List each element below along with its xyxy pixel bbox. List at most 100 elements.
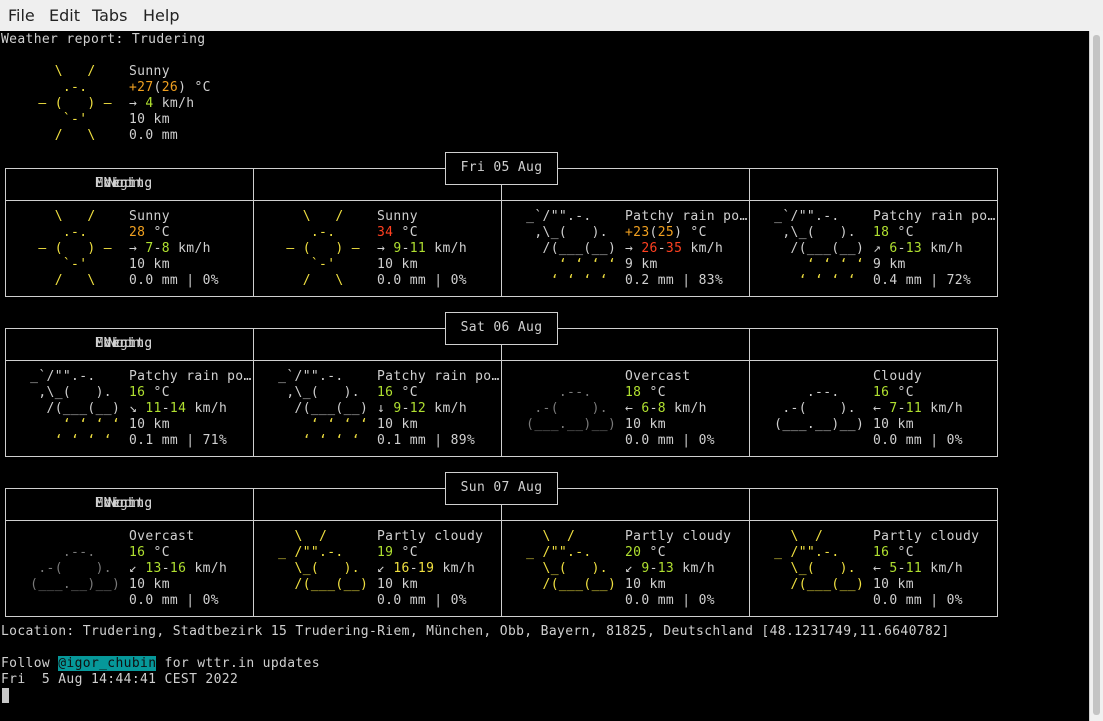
- current-temp: +27: [129, 80, 154, 95]
- period-visibility: 10 km: [377, 257, 418, 272]
- period-visibility: 10 km: [129, 417, 170, 432]
- column-divider: [253, 168, 254, 297]
- period-label: Night: [103, 336, 145, 351]
- period-condition: Overcast: [129, 529, 195, 544]
- menu-help[interactable]: Help: [143, 6, 179, 25]
- period-details: Patchy rain po… 16 °C ↘ 11-14 km/h 10 km…: [129, 369, 252, 448]
- period-condition: Patchy rain po…: [625, 209, 748, 224]
- report-title: Weather report: Trudering: [1, 32, 206, 47]
- day-date: Sat 06 Aug: [460, 320, 543, 335]
- period-precip: 0.1 mm | 89%: [377, 433, 476, 448]
- period-details: Sunny 28 °C → 7-8 km/h 10 km 0.0 mm | 0%: [129, 209, 219, 288]
- period-precip: 0.0 mm | 0%: [129, 593, 219, 608]
- menu-edit[interactable]: Edit: [49, 6, 80, 25]
- period-visibility: 10 km: [377, 417, 418, 432]
- column-divider: [749, 488, 750, 617]
- terminal-output[interactable]: Weather report: Trudering \ / .-. ― ( ) …: [0, 31, 1089, 721]
- menu-bar: File Edit Tabs Help: [0, 0, 1103, 32]
- menu-tabs[interactable]: Tabs: [92, 6, 127, 25]
- current-condition: Sunny: [129, 64, 170, 79]
- follow-line: Follow @igor_chubin for wttr.in updates: [1, 656, 320, 671]
- location-line: Location: Trudering, Stadtbezirk 15 Trud…: [1, 624, 950, 639]
- weather-icon-art: _`/"".-. ,\_( ). /(___(__) ‘ ‘ ‘ ‘ ‘ ‘ ‘…: [766, 209, 873, 288]
- period-label: Night: [103, 496, 145, 511]
- period-visibility: 10 km: [625, 577, 666, 592]
- current-weather-art: \ / .-. ― ( ) ― `-' / \: [22, 64, 129, 143]
- weather-icon-art: \ / .-. ― ( ) ― `-' / \: [270, 209, 377, 288]
- weather-icon-art: _`/"".-. ,\_( ). /(___(__) ‘ ‘ ‘ ‘ ‘ ‘ ‘…: [270, 369, 377, 448]
- period-visibility: 9 km: [625, 257, 658, 272]
- weather-icon-art: _`/"".-. ,\_( ). /(___(__) ‘ ‘ ‘ ‘ ‘ ‘ ‘…: [518, 209, 625, 288]
- period-precip: 0.0 mm | 0%: [625, 433, 715, 448]
- period-details: Sunny 34 °C → 9-11 km/h 10 km 0.0 mm | 0…: [377, 209, 467, 288]
- period-precip: 0.4 mm | 72%: [873, 273, 972, 288]
- terminal-cursor: [2, 688, 9, 703]
- period-condition: Sunny: [377, 209, 418, 224]
- day-date-box: Sat 06 Aug: [445, 312, 558, 345]
- period-details: Overcast 18 °C ← 6-8 km/h 10 km 0.0 mm |…: [625, 369, 715, 448]
- period-precip: 0.0 mm | 0%: [625, 593, 715, 608]
- period-condition: Sunny: [129, 209, 170, 224]
- period-condition: Partly cloudy: [873, 529, 980, 544]
- column-divider: [253, 328, 254, 457]
- column-divider: [253, 488, 254, 617]
- period-precip: 0.0 mm | 0%: [377, 273, 467, 288]
- weather-icon-art: .--. .-( ). (___.__)__): [518, 385, 625, 432]
- column-divider: [501, 328, 502, 457]
- current-wind: 4: [145, 96, 154, 111]
- day-date-box: Sun 07 Aug: [445, 472, 558, 505]
- period-precip: 0.0 mm | 0%: [873, 433, 963, 448]
- column-divider: [749, 168, 750, 297]
- column-divider: [749, 328, 750, 457]
- period-precip: 0.0 mm | 0%: [873, 593, 963, 608]
- weather-icon-art: \ / _ /"".-. \_( ). /(___(__): [766, 529, 873, 592]
- period-details: Patchy rain po… 16 °C ↓ 9-12 km/h 10 km …: [377, 369, 500, 448]
- period-visibility: 10 km: [377, 577, 418, 592]
- period-details: Partly cloudy 20 °C ↙ 9-13 km/h 10 km 0.…: [625, 529, 732, 608]
- period-visibility: 10 km: [625, 417, 666, 432]
- period-label: Night: [103, 176, 145, 191]
- column-divider: [501, 168, 502, 297]
- current-precip: 0.0 mm: [129, 128, 179, 143]
- current-visibility: 10 km: [129, 112, 170, 127]
- scrollbar[interactable]: [1089, 31, 1103, 721]
- period-precip: 0.2 mm | 83%: [625, 273, 724, 288]
- weather-icon-art: \ / _ /"".-. \_( ). /(___(__): [518, 529, 625, 592]
- day-date-box: Fri 05 Aug: [445, 152, 558, 185]
- day-date: Sun 07 Aug: [460, 480, 543, 495]
- period-condition: Cloudy: [873, 369, 923, 384]
- timestamp: Fri 5 Aug 14:44:41 CEST 2022: [1, 672, 239, 687]
- period-details: Overcast 16 °C ↙ 13-16 km/h 10 km 0.0 mm…: [129, 529, 228, 608]
- period-details: Partly cloudy 19 °C ↙ 16-19 km/h 10 km 0…: [377, 529, 484, 608]
- period-precip: 0.0 mm | 0%: [129, 273, 219, 288]
- scrollbar-thumb[interactable]: [1093, 35, 1100, 715]
- period-visibility: 10 km: [873, 417, 914, 432]
- weather-icon-art: .--. .-( ). (___.__)__): [766, 385, 873, 432]
- weather-icon-art: _`/"".-. ,\_( ). /(___(__) ‘ ‘ ‘ ‘ ‘ ‘ ‘…: [22, 369, 129, 448]
- period-condition: Partly cloudy: [625, 529, 732, 544]
- period-precip: 0.0 mm | 0%: [377, 593, 467, 608]
- period-visibility: 10 km: [873, 577, 914, 592]
- weather-icon-art: .--. .-( ). (___.__)__): [22, 545, 129, 592]
- twitter-handle-link[interactable]: @igor_chubin: [58, 656, 157, 671]
- period-details: Patchy rain po… 18 °C ↗ 6-13 km/h 9 km 0…: [873, 209, 996, 288]
- period-visibility: 10 km: [129, 577, 170, 592]
- period-details: Partly cloudy 16 °C ← 5-11 km/h 10 km 0.…: [873, 529, 980, 608]
- period-condition: Patchy rain po…: [129, 369, 252, 384]
- period-condition: Overcast: [625, 369, 691, 384]
- current-feels: 26: [161, 80, 179, 95]
- weather-icon-art: \ / _ /"".-. \_( ). /(___(__): [270, 529, 377, 592]
- period-visibility: 10 km: [129, 257, 170, 272]
- period-condition: Partly cloudy: [377, 529, 484, 544]
- weather-icon-art: \ / .-. ― ( ) ― `-' / \: [22, 209, 129, 288]
- period-condition: Patchy rain po…: [377, 369, 500, 384]
- current-conditions: Sunny +27(26) °C → 4 km/h 10 km 0.0 mm: [129, 64, 211, 143]
- period-condition: Patchy rain po…: [873, 209, 996, 224]
- period-precip: 0.1 mm | 71%: [129, 433, 228, 448]
- day-date: Fri 05 Aug: [460, 160, 543, 175]
- menu-file[interactable]: File: [8, 6, 35, 25]
- period-visibility: 9 km: [873, 257, 906, 272]
- period-details: Patchy rain po… +23(25) °C → 26-35 km/h …: [625, 209, 748, 288]
- period-details: Cloudy 16 °C ← 7-11 km/h 10 km 0.0 mm | …: [873, 369, 963, 448]
- column-divider: [501, 488, 502, 617]
